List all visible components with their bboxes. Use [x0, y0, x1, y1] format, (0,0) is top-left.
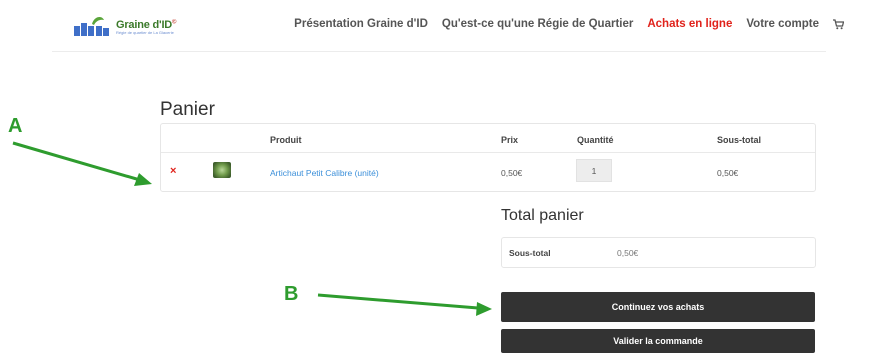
site-logo[interactable]: Graine d'ID© Régie de quartier de La Gla… — [74, 12, 194, 38]
quantity-input[interactable]: 1 — [576, 159, 612, 182]
nav-item-presentation[interactable]: Présentation Graine d'ID — [294, 18, 428, 30]
table-divider — [161, 152, 815, 153]
annotation-label-b: B — [284, 283, 299, 305]
product-price: 0,50€ — [501, 168, 523, 178]
nav-item-compte[interactable]: Votre compte — [746, 18, 819, 30]
product-thumbnail[interactable] — [213, 162, 231, 178]
cart-table: Produit Prix Quantité Sous-total × Artic… — [160, 123, 816, 192]
column-header-quantity: Quantité — [577, 135, 614, 145]
cart-totals-table: Sous-total 0,50€ — [501, 237, 816, 268]
column-header-subtotal: Sous-total — [717, 135, 761, 145]
main-nav: Présentation Graine d'ID Qu'est-ce qu'un… — [294, 18, 845, 30]
product-subtotal: 0,50€ — [717, 168, 739, 178]
subtotal-label: Sous-total — [509, 248, 551, 258]
remove-item-button[interactable]: × — [170, 165, 176, 177]
subtotal-value: 0,50€ — [617, 248, 639, 258]
column-header-product: Produit — [270, 135, 302, 145]
header-divider — [52, 51, 826, 52]
nav-item-regie[interactable]: Qu'est-ce qu'une Régie de Quartier — [442, 18, 633, 30]
annotation-arrowhead-a — [134, 173, 152, 186]
nav-item-achats[interactable]: Achats en ligne — [647, 18, 732, 30]
cart-icon[interactable] — [833, 18, 845, 30]
logo-figures-icon — [74, 14, 114, 36]
logo-tagline: Régie de quartier de La Glacerie — [116, 30, 174, 35]
annotation-label-a: A — [8, 115, 23, 137]
product-name-link[interactable]: Artichaut Petit Calibre (unité) — [270, 168, 379, 178]
cart-totals-title: Total panier — [501, 207, 584, 224]
column-header-price: Prix — [501, 135, 519, 145]
page-title: Panier — [160, 98, 215, 120]
annotation-arrow-a — [12, 141, 141, 182]
annotation-arrow-b — [317, 293, 479, 310]
annotation-arrowhead-b — [476, 302, 492, 316]
continue-shopping-button[interactable]: Continuez vos achats — [501, 292, 815, 322]
checkout-button[interactable]: Valider la commande — [501, 329, 815, 353]
